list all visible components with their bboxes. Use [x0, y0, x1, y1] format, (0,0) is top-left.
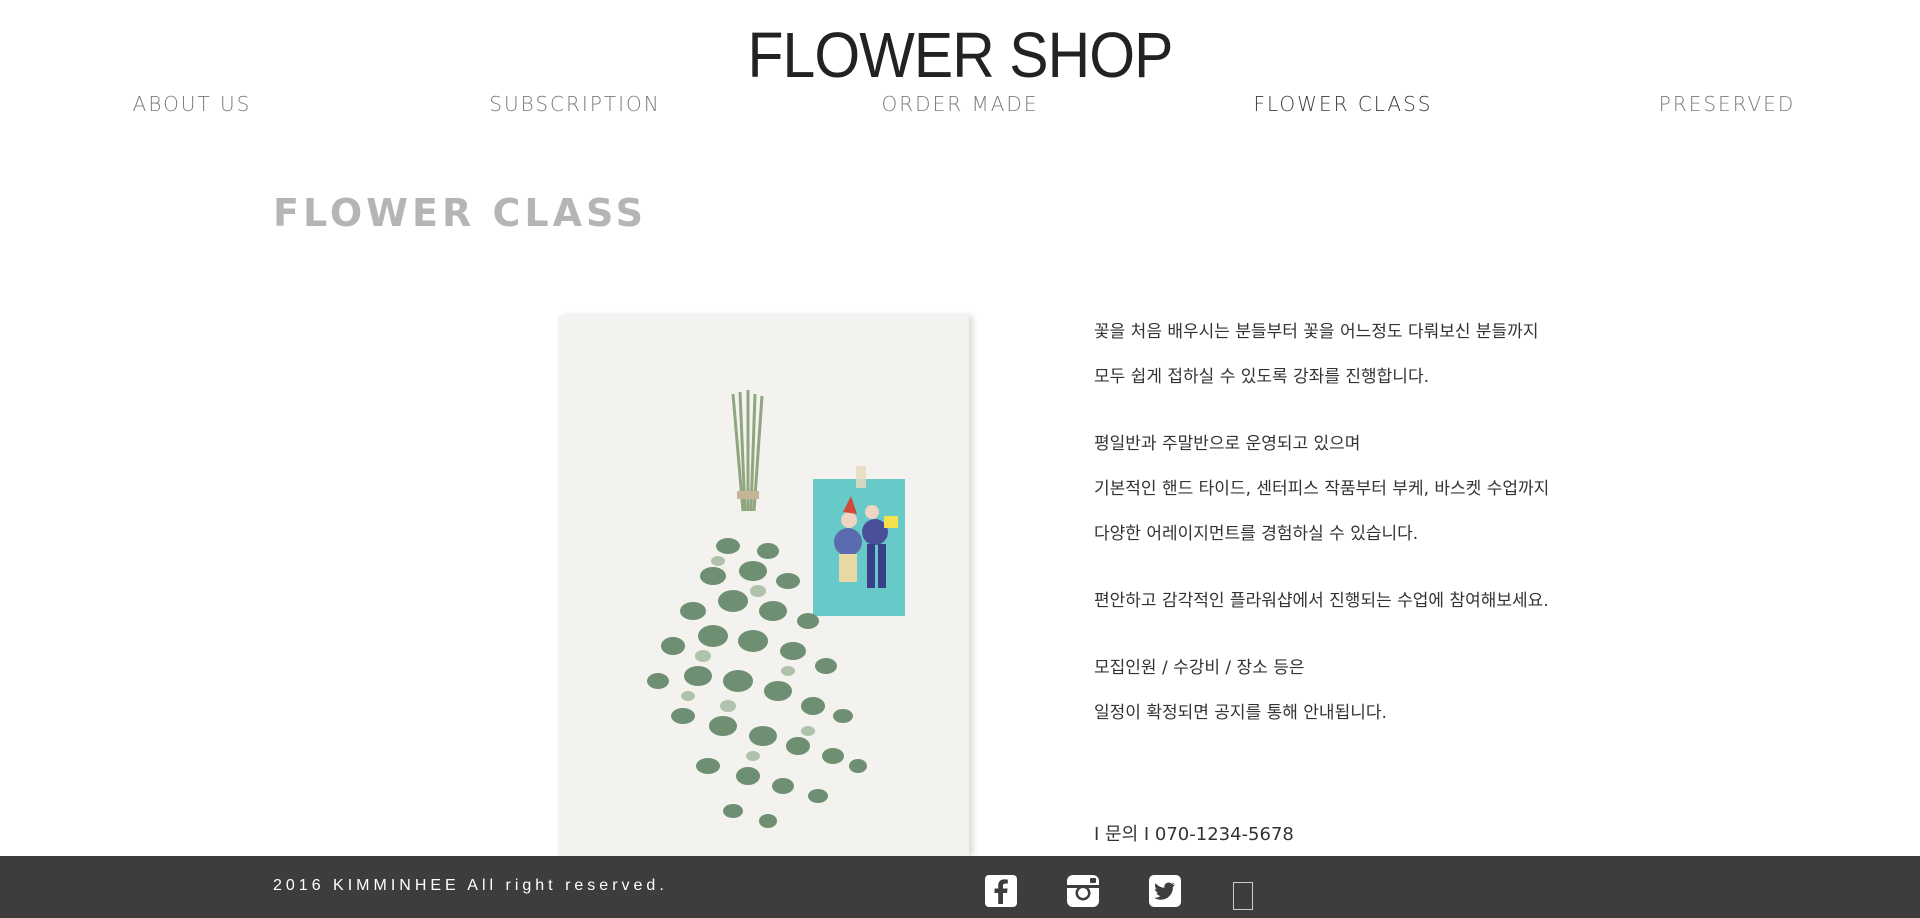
nav-preserved[interactable]: PRESERVED — [1617, 90, 1837, 118]
description-paragraph-1: 꽃을 처음 배우시는 분들부터 꽃을 어느정도 다뤄보신 분들까지 모두 쉽게 … — [1094, 310, 1614, 400]
description-paragraph-4: 모집인원 / 수강비 / 장소 등은 일정이 확정되면 공지를 통해 안내됩니다… — [1094, 646, 1614, 736]
facebook-icon[interactable] — [984, 874, 1018, 908]
site-logo[interactable]: FLOWER SHOP — [77, 20, 1843, 90]
description-line: 기본적인 핸드 타이드, 센터피스 작품부터 부케, 바스켓 수업까지 — [1094, 479, 1550, 499]
description-line: 모집인원 / 수강비 / 장소 등은 — [1094, 658, 1305, 678]
twitter-icon[interactable] — [1148, 874, 1182, 908]
description-line: 다양한 어레이지먼트를 경험하실 수 있습니다. — [1094, 524, 1419, 544]
description-paragraph-2: 평일반과 주말반으로 운영되고 있으며 기본적인 핸드 타이드, 센터피스 작품… — [1094, 422, 1614, 557]
description-line: 편안하고 감각적인 플라워샵에서 진행되는 수업에 참여해보세요. — [1094, 591, 1549, 611]
description-paragraph-3: 편안하고 감각적인 플라워샵에서 진행되는 수업에 참여해보세요. — [1094, 579, 1614, 624]
class-photo — [558, 316, 969, 856]
nav-order-made[interactable]: ORDER MADE — [850, 90, 1070, 118]
postcard-image — [813, 466, 905, 616]
nav-subscription[interactable]: SUBSCRIPTION — [465, 90, 685, 118]
contact-info: I 문의 I 070-1234-5678 — [1094, 824, 1294, 845]
description-line: 평일반과 주말반으로 운영되고 있으며 — [1094, 434, 1361, 454]
description-line: 꽃을 처음 배우시는 분들부터 꽃을 어느정도 다뤄보신 분들까지 — [1094, 322, 1539, 342]
footer: 2016 KIMMINHEE All right reserved. — [0, 856, 1920, 918]
more-icon[interactable] — [1233, 882, 1253, 910]
description-line: 일정이 확정되면 공지를 통해 안내됩니다. — [1094, 703, 1387, 723]
copyright-text: 2016 KIMMINHEE All right reserved. — [273, 877, 668, 894]
description-line: 모두 쉽게 접하실 수 있도록 강좌를 진행합니다. — [1094, 367, 1429, 387]
page-title: FLOWER CLASS — [273, 191, 648, 235]
instagram-icon[interactable] — [1066, 874, 1100, 908]
class-description: 꽃을 처음 배우시는 분들부터 꽃을 어느정도 다뤄보신 분들까지 모두 쉽게 … — [1094, 310, 1614, 736]
nav-flower-class[interactable]: FLOWER CLASS — [1233, 90, 1453, 118]
nav-about-us[interactable]: ABOUT US — [82, 90, 302, 118]
eucalyptus-illustration — [558, 316, 969, 856]
main-nav: ABOUT US SUBSCRIPTION ORDER MADE FLOWER … — [0, 90, 1920, 120]
